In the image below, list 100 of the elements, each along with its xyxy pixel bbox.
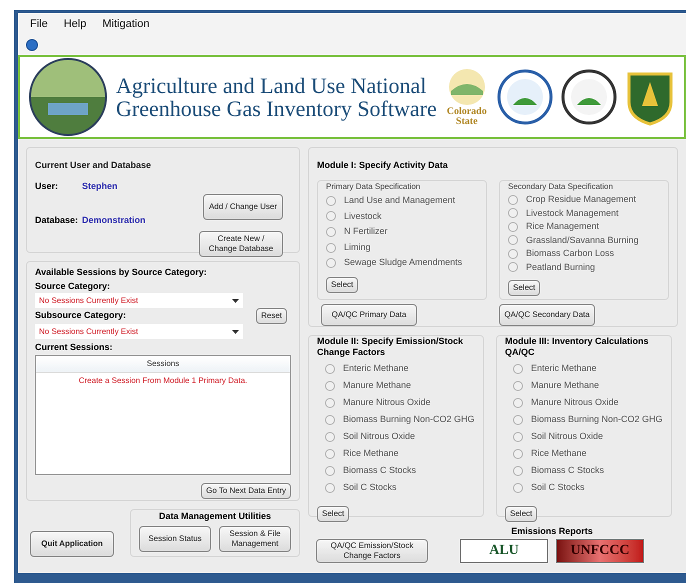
option-label: Biomass C Stocks	[343, 464, 416, 477]
reset-button[interactable]: Reset	[256, 308, 287, 324]
radio-button[interactable]	[326, 196, 336, 206]
add-user-button[interactable]: Add / Change User	[203, 194, 283, 220]
dropdown-caret-icon	[232, 298, 239, 302]
option-label: Manure Nitrous Oxide	[343, 396, 431, 409]
select-button[interactable]: Select	[317, 506, 350, 522]
option-label: Livestock	[344, 210, 382, 223]
utility-button[interactable]: Session & File Management	[219, 526, 291, 552]
radio-button[interactable]	[513, 364, 523, 374]
select-button[interactable]: Select	[326, 277, 358, 293]
radio-button[interactable]	[508, 248, 518, 259]
option-label: Soil Nitrous Oxide	[343, 430, 416, 443]
radio-button[interactable]	[508, 208, 518, 218]
group-title: Emissions Reports	[511, 525, 593, 538]
option-label: Manure Methane	[343, 378, 412, 392]
group-title: Secondary Data Specification	[508, 181, 614, 193]
option-label: Rice Methane	[343, 446, 399, 460]
group-title: Available Sessions by Source Category:	[35, 266, 208, 279]
database-name: Demonstration	[82, 214, 146, 226]
select-button[interactable]: Select	[505, 506, 538, 522]
qa-button[interactable]: QA/QC Secondary Data	[499, 304, 595, 326]
radio-button[interactable]	[326, 258, 336, 268]
seal-icon	[560, 69, 617, 125]
option-label: Enteric Methane	[531, 362, 597, 375]
radio-button[interactable]	[325, 380, 335, 390]
radio-button[interactable]	[513, 448, 523, 458]
group-title: Current User and Database	[35, 160, 152, 170]
user-name: Stephen	[82, 180, 118, 193]
radio-button[interactable]	[325, 364, 335, 374]
radio-button[interactable]	[325, 482, 335, 492]
option-label: Enteric Methane	[343, 362, 409, 375]
radio-button[interactable]	[325, 466, 335, 476]
radio-button[interactable]	[325, 398, 335, 408]
group-title: Module II: Specify Emission/Stock Change Factors	[317, 336, 464, 358]
radio-button[interactable]	[513, 398, 523, 408]
report-button[interactable]: ALU	[460, 538, 548, 562]
report-button[interactable]: UNFCCC	[556, 538, 644, 562]
select-button[interactable]: Select	[508, 280, 540, 296]
banner-title: Greenhouse Gas Inventory Software	[116, 97, 437, 120]
banner-title: Agriculture and Land Use National	[116, 74, 428, 97]
option-label: Rice Methane	[531, 446, 587, 460]
menu-item[interactable]: Help	[64, 16, 86, 32]
group-title: Module I: Specify Activity Data	[317, 160, 448, 170]
dropdown-field[interactable]: No Sessions Currently Exist	[35, 293, 243, 308]
utility-button[interactable]: Session Status	[139, 526, 211, 552]
radio-button[interactable]	[326, 211, 336, 222]
table-cell-text: Create a Session From Module 1 Primary Data.	[78, 374, 248, 387]
quit-button[interactable]: Quit Application	[30, 530, 114, 556]
radio-button[interactable]	[325, 432, 335, 442]
option-label: Crop Residue Management	[526, 193, 636, 206]
group-title: Primary Data Specification	[326, 181, 422, 193]
radio-button[interactable]	[325, 414, 335, 424]
dropdown-caret-icon	[232, 330, 239, 334]
laboratory-seal-icon	[446, 67, 487, 107]
field-label: Subsource Category:	[35, 309, 126, 322]
option-label: Biomass Carbon Loss	[526, 247, 614, 260]
database-button[interactable]: Create New / Change Database	[199, 231, 283, 257]
option-label: Soil C Stocks	[531, 480, 585, 494]
radio-button[interactable]	[326, 226, 336, 237]
option-label: Biomass C Stocks	[531, 464, 604, 477]
option-label: Sewage Sludge Amendments	[344, 256, 462, 270]
next-button[interactable]: Go To Next Data Entry	[201, 482, 291, 498]
option-label: Biomass Burning Non-CO2 GHG	[531, 412, 663, 426]
option-label: Soil Nitrous Oxide	[531, 430, 604, 443]
option-label: Liming	[344, 240, 371, 254]
radio-button[interactable]	[508, 235, 518, 246]
menu-item[interactable]: File	[30, 16, 48, 32]
radio-button[interactable]	[508, 222, 518, 232]
field-label: Current Sessions:	[35, 341, 114, 354]
dropdown-field[interactable]: No Sessions Currently Exist	[35, 324, 243, 339]
radio-button[interactable]	[513, 380, 523, 390]
option-label: Grassland/Savanna Burning	[526, 234, 639, 247]
option-label: Rice Management	[526, 220, 600, 233]
radio-button[interactable]	[508, 262, 518, 272]
radio-button[interactable]	[513, 432, 523, 442]
radio-button[interactable]	[325, 448, 335, 458]
seal-icon	[496, 69, 553, 125]
option-label: Soil C Stocks	[343, 480, 397, 494]
option-label: Biomass Burning Non-CO2 GHG	[343, 412, 475, 426]
partner-name: Colorado State	[446, 107, 488, 127]
field-label: Database:	[35, 214, 78, 226]
radio-button[interactable]	[513, 414, 523, 424]
group-title: Module III: Inventory Calculations QA/QC	[505, 336, 650, 358]
radio-button[interactable]	[326, 242, 336, 253]
option-label: N Fertilizer	[344, 225, 388, 238]
group-title: Data Management Utilities	[158, 510, 272, 523]
option-label: Manure Nitrous Oxide	[531, 396, 619, 409]
menu-item[interactable]: Mitigation	[102, 16, 150, 32]
qa-button[interactable]: QA/QC Primary Data	[321, 304, 417, 326]
field-label: User:	[35, 180, 58, 193]
option-label: Peatland Burning	[526, 260, 596, 274]
qa-button[interactable]: QA/QC Emission/Stock Change Factors	[316, 538, 428, 562]
option-label: Livestock Management	[526, 206, 619, 220]
field-label: Source Category:	[35, 280, 112, 293]
radio-button[interactable]	[513, 466, 523, 476]
option-label: Manure Methane	[531, 378, 600, 392]
radio-button[interactable]	[513, 482, 523, 492]
radio-button[interactable]	[508, 194, 518, 205]
option-label: Land Use and Management	[344, 194, 456, 208]
